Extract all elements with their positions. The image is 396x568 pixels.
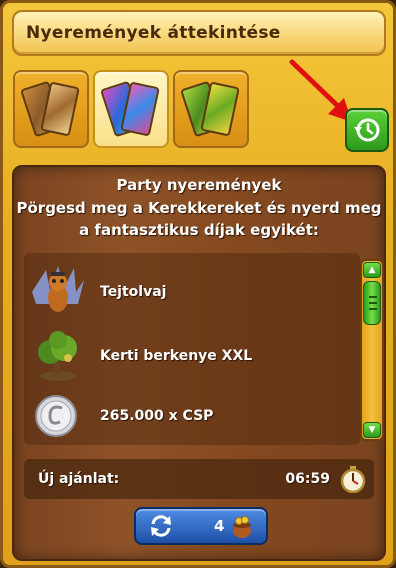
dialog-title: Nyeremények áttekintése	[26, 23, 281, 43]
new-offer-bar: Új ajánlat: 06:59	[24, 459, 374, 499]
scroll-up-button[interactable]: ▲	[363, 262, 381, 278]
prizes-heading: Party nyeremények	[116, 176, 282, 194]
prize-item[interactable]: Tejtolvaj	[28, 262, 348, 322]
prize-label: Tejtolvaj	[100, 284, 167, 300]
ticket-tab-icon-2	[100, 80, 161, 138]
history-button[interactable]	[345, 108, 389, 152]
scroll-thumb[interactable]	[363, 281, 381, 325]
prize-item[interactable]: Kerti berkenye XXL	[28, 326, 348, 386]
new-offer-label: Új ajánlat:	[38, 471, 120, 487]
silver-coin-icon	[28, 388, 86, 444]
prize-label: Kerti berkenye XXL	[100, 348, 253, 364]
prize-item[interactable]: 265.000 x CSP	[28, 386, 348, 446]
ticket-tab-icon-1	[20, 80, 81, 138]
refresh-icon	[151, 515, 171, 537]
refresh-cost: 4	[214, 517, 225, 535]
scroll-down-button[interactable]: ▼	[363, 422, 381, 438]
coin-pot-icon	[233, 516, 252, 538]
title-bar: Nyeremények áttekintése	[12, 10, 386, 56]
stopwatch-icon	[340, 466, 366, 493]
ticket-tab-icon-3	[180, 80, 241, 138]
prizes-description-line1: Pörgesd meg a Kerekkereket és nyerd meg	[16, 199, 382, 217]
prize-list-scrollbar[interactable]: ▲ ▼	[360, 259, 384, 441]
tree-plant-icon	[28, 328, 86, 384]
history-icon	[354, 118, 380, 142]
refresh-offer-button[interactable]: 4	[134, 507, 268, 545]
tab-ticket-2[interactable]	[93, 70, 169, 148]
tab-ticket-3[interactable]	[173, 70, 249, 148]
fox-creature-icon	[28, 264, 86, 320]
tab-ticket-1[interactable]	[13, 70, 89, 148]
prizes-description-line2: a fantasztikus díjak egyikét:	[79, 221, 319, 239]
prize-label: 265.000 x CSP	[100, 408, 214, 424]
new-offer-timer: 06:59	[285, 471, 330, 487]
